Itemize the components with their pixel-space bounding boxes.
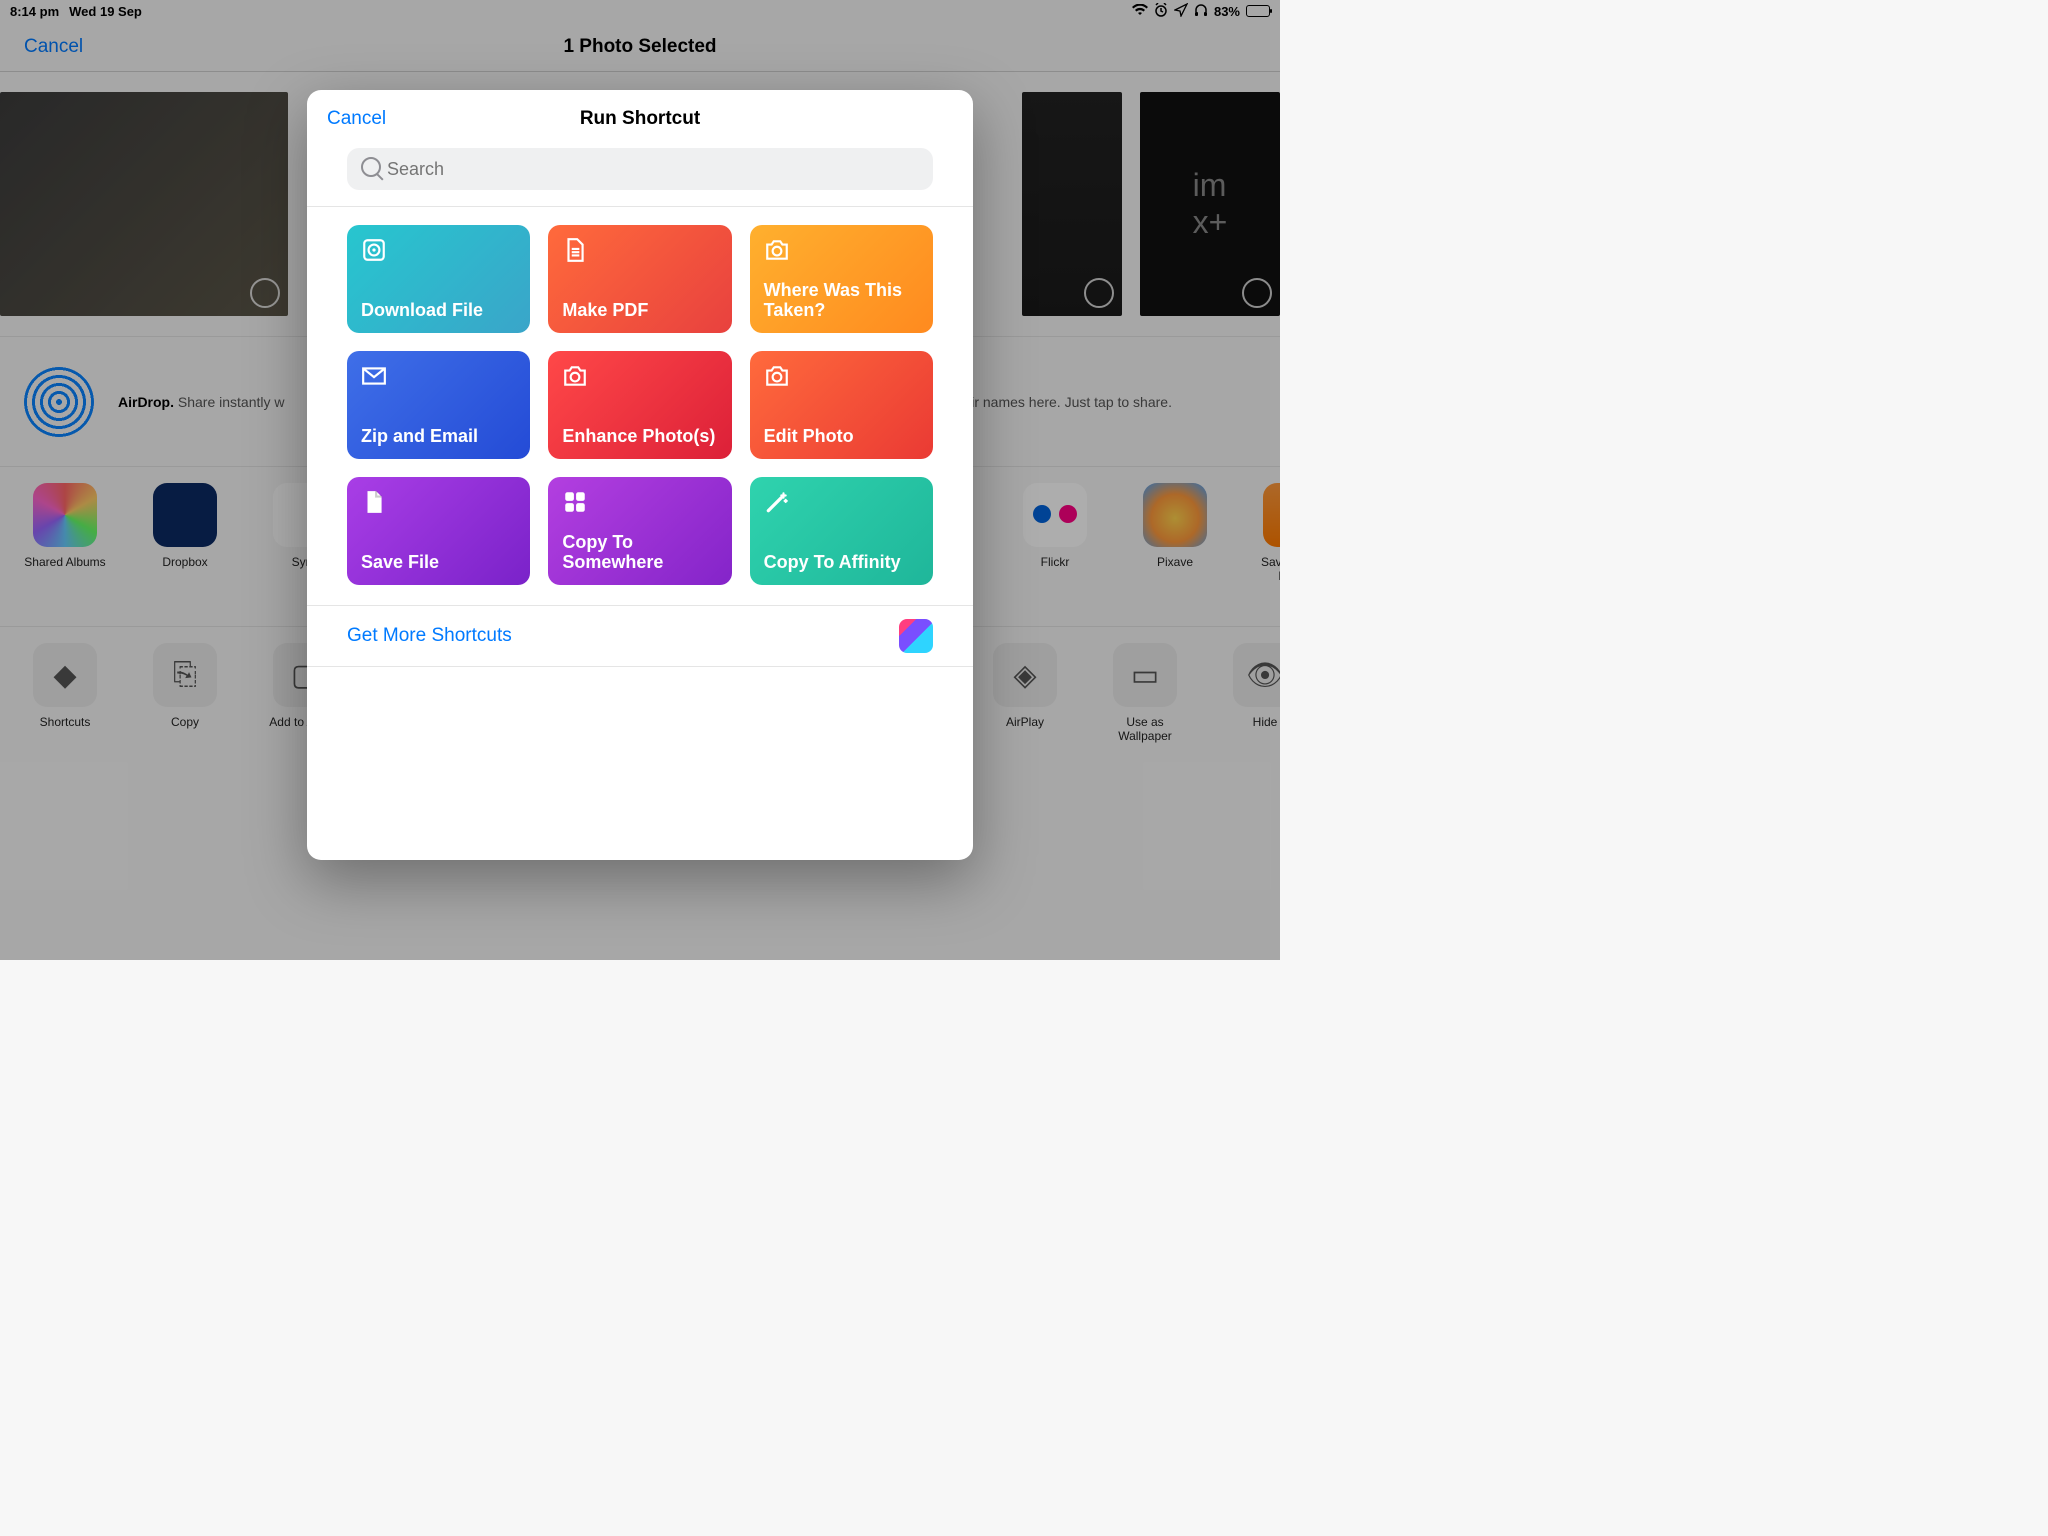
shortcut-label: Enhance Photo(s) [562, 426, 717, 447]
shortcut-label: Where Was This Taken? [764, 280, 919, 321]
disk-icon [361, 237, 516, 263]
shortcut-tile[interactable]: Copy To Affinity [750, 477, 933, 585]
cancel-button[interactable]: Cancel [0, 36, 83, 58]
headphones-icon [1194, 3, 1208, 20]
modal-cancel-button[interactable]: Cancel [327, 108, 386, 130]
shortcut-tile[interactable]: Copy To Somewhere [548, 477, 731, 585]
shortcut-label: Copy To Affinity [764, 552, 919, 573]
shortcut-tile[interactable]: Download File [347, 225, 530, 333]
document-icon [562, 237, 717, 263]
app-label: Pixave [1157, 555, 1193, 569]
action-icon: ⎘ [153, 643, 217, 707]
shortcut-label: Edit Photo [764, 426, 919, 447]
app-icon [153, 483, 217, 547]
share-app-item[interactable]: Dropbox [140, 483, 230, 626]
camera-icon [764, 363, 919, 389]
shortcut-label: Copy To Somewhere [562, 532, 717, 573]
modal-title: Run Shortcut [580, 108, 700, 130]
alarm-icon [1154, 3, 1168, 20]
shortcut-label: Save File [361, 552, 516, 573]
share-action-item[interactable]: ◈ AirPlay [980, 643, 1070, 787]
page-title: 1 Photo Selected [563, 36, 716, 58]
share-app-item[interactable]: Save PDF to Books [1250, 483, 1280, 626]
wifi-icon [1132, 4, 1148, 19]
share-app-item[interactable]: Pixave [1130, 483, 1220, 626]
photo-thumbnail[interactable] [0, 92, 288, 316]
shortcut-tile[interactable]: Where Was This Taken? [750, 225, 933, 333]
shortcut-tile[interactable]: Save File [347, 477, 530, 585]
action-label: Copy [171, 715, 199, 729]
grid-icon [562, 489, 717, 515]
selection-ring-icon [1084, 278, 1114, 308]
app-label: Shared Albums [24, 555, 105, 569]
shortcut-grid: Download File Make PDF Where Was This Take… [307, 207, 973, 605]
app-icon [1023, 483, 1087, 547]
action-label: Use as Wallpaper [1100, 715, 1190, 743]
shortcut-tile[interactable]: Enhance Photo(s) [548, 351, 731, 459]
action-icon: ◆ [33, 643, 97, 707]
thumb-text: im x+ [1193, 167, 1228, 241]
share-action-item[interactable]: ⎘ Copy [140, 643, 230, 787]
app-icon [33, 483, 97, 547]
app-label: Save PDF to Books [1250, 555, 1280, 583]
camera-icon [764, 237, 919, 263]
shortcuts-app-icon [899, 619, 933, 653]
selection-ring-icon [250, 278, 280, 308]
search-input[interactable] [347, 148, 933, 190]
app-label: Dropbox [162, 555, 207, 569]
shortcut-tile[interactable]: Make PDF [548, 225, 731, 333]
share-action-item[interactable]: 👁 Hide [1220, 643, 1280, 787]
photo-thumbnail[interactable]: im x+ [1140, 92, 1280, 316]
app-icon [1143, 483, 1207, 547]
shortcut-tile[interactable]: Zip and Email [347, 351, 530, 459]
action-icon: ◈ [993, 643, 1057, 707]
wand-icon [764, 489, 919, 515]
shortcut-label: Make PDF [562, 300, 717, 321]
airdrop-icon [24, 367, 94, 437]
selection-ring-icon [1242, 278, 1272, 308]
app-label: Flickr [1041, 555, 1070, 569]
camera-icon [562, 363, 717, 389]
app-icon [1263, 483, 1280, 547]
action-icon: 👁 [1233, 643, 1280, 707]
shortcut-label: Download File [361, 300, 516, 321]
file-icon [361, 489, 516, 515]
get-more-label: Get More Shortcuts [347, 625, 512, 647]
search-icon [361, 157, 381, 177]
battery-percent: 83% [1214, 4, 1240, 19]
share-app-item[interactable]: Flickr [1010, 483, 1100, 626]
action-label: Shortcuts [40, 715, 91, 729]
photo-thumbnail[interactable] [1022, 92, 1122, 316]
status-time: 8:14 pm [10, 4, 59, 19]
shortcut-label: Zip and Email [361, 426, 516, 447]
share-app-item[interactable]: Shared Albums [20, 483, 110, 626]
status-date: Wed 19 Sep [69, 4, 142, 19]
share-sheet-header: Cancel 1 Photo Selected [0, 22, 1280, 72]
run-shortcut-modal: Cancel Run Shortcut Download File Make PD… [307, 90, 973, 860]
location-icon [1174, 3, 1188, 20]
action-label: Hide [1253, 715, 1278, 729]
battery-icon [1246, 5, 1270, 17]
get-more-shortcuts-button[interactable]: Get More Shortcuts [307, 605, 973, 667]
search-field-wrap [307, 148, 973, 207]
modal-header: Cancel Run Shortcut [307, 90, 973, 148]
shortcut-tile[interactable]: Edit Photo [750, 351, 933, 459]
share-action-item[interactable]: ◆ Shortcuts [20, 643, 110, 787]
mail-icon [361, 363, 516, 389]
action-label: AirPlay [1006, 715, 1044, 729]
share-action-item[interactable]: ▭ Use as Wallpaper [1100, 643, 1190, 787]
action-icon: ▭ [1113, 643, 1177, 707]
status-bar: 8:14 pm Wed 19 Sep 83% [0, 0, 1280, 22]
